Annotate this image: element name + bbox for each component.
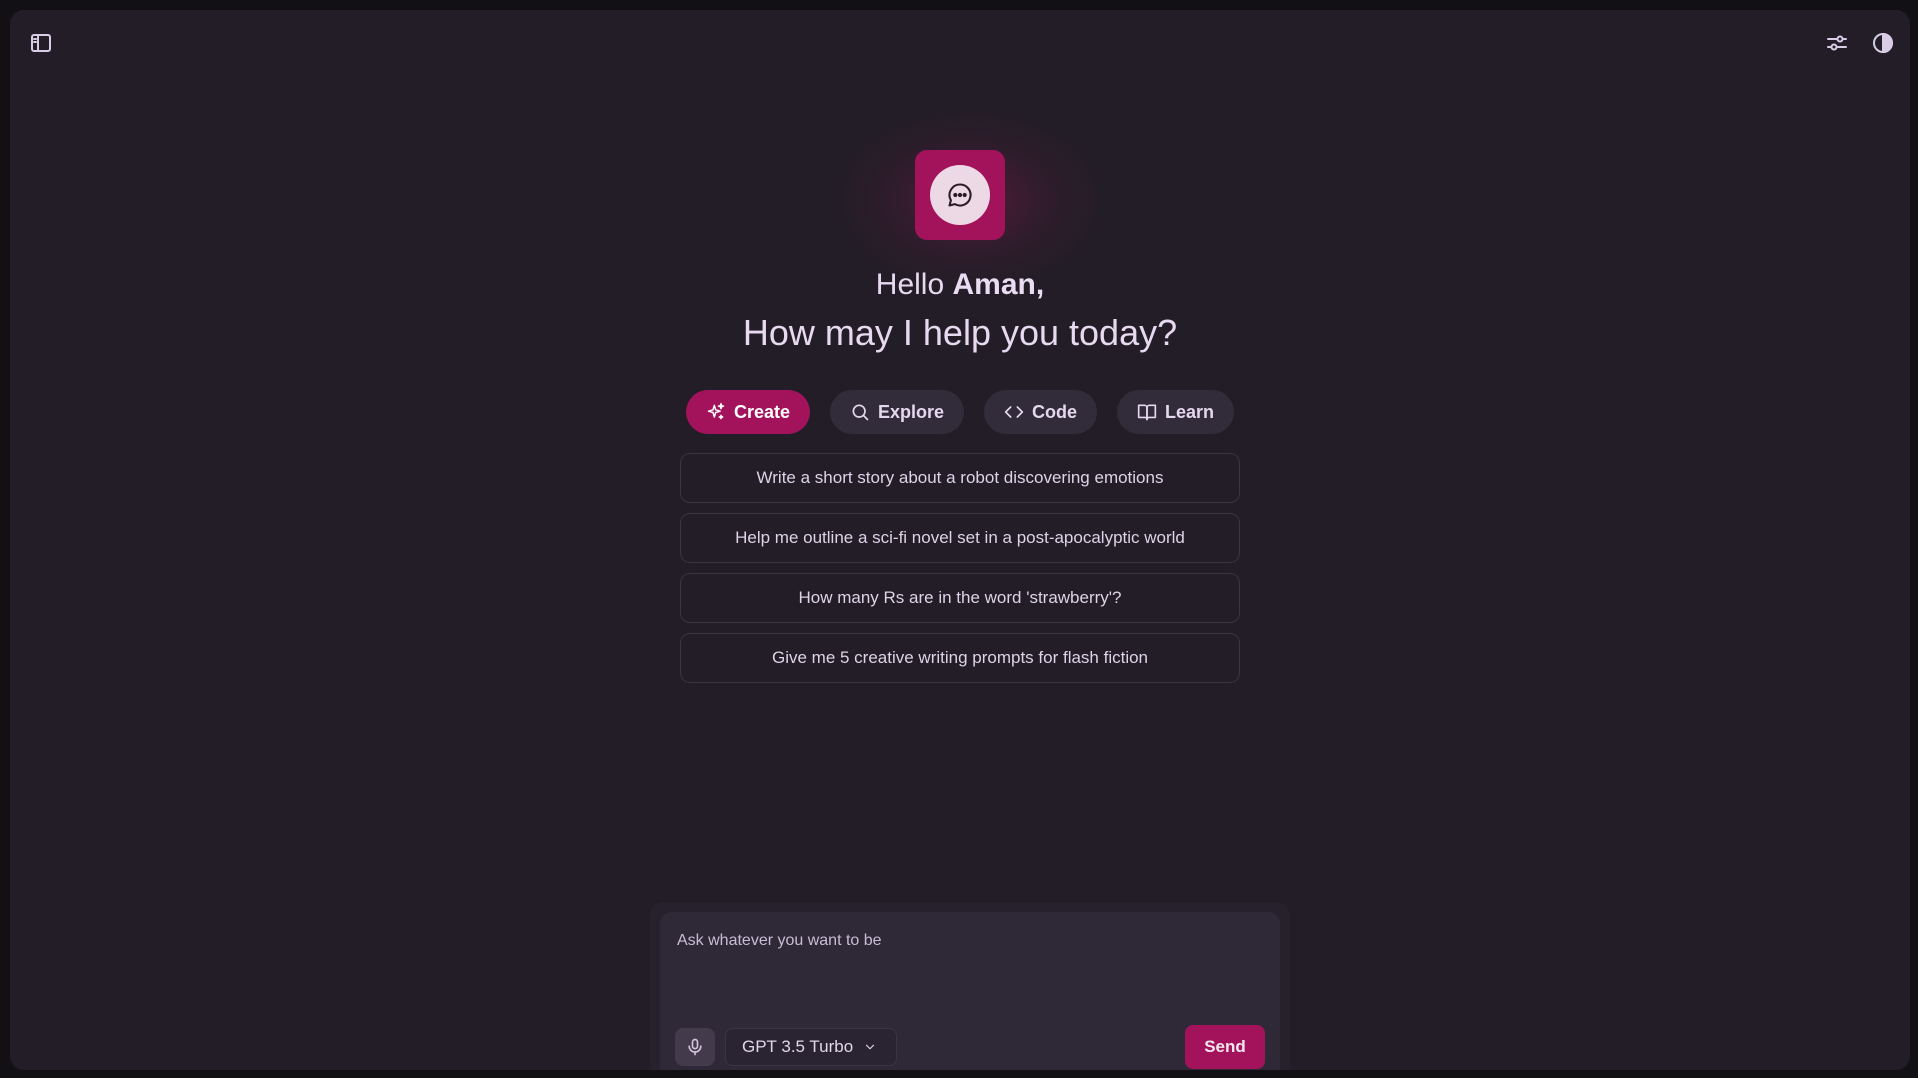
sidebar-toggle-icon [31, 34, 51, 52]
greeting: Hello Aman, [10, 268, 1910, 302]
page-title: How may I help you today? [742, 312, 1178, 353]
suggestion-item[interactable]: Help me outline a sci-fi novel set in a … [680, 513, 1240, 563]
tab-learn[interactable]: Learn [1117, 390, 1235, 434]
code-icon [1004, 406, 1024, 418]
suggestion-item[interactable]: How many Rs are in the word 'strawberry'… [680, 573, 1240, 623]
contrast-icon [1873, 32, 1893, 54]
suggestion-item[interactable]: Give me 5 creative writing prompts for f… [680, 633, 1240, 683]
theme-toggle-button[interactable] [1868, 28, 1898, 58]
category-tabs: Create Explore Code Learn [10, 390, 1910, 434]
model-select-value: GPT 3.5 Turbo [742, 1037, 854, 1056]
logo-badge [930, 165, 990, 225]
user-name: Aman, [952, 268, 1045, 301]
sidebar-toggle-button[interactable] [26, 28, 56, 58]
sparkles-icon [707, 402, 725, 420]
prompt-input[interactable] [675, 930, 1259, 994]
tab-learn-label: Learn [1165, 401, 1215, 422]
send-button[interactable]: Send [1185, 1025, 1265, 1069]
tab-code[interactable]: Code [984, 390, 1098, 434]
model-select[interactable]: GPT 3.5 Turbo [725, 1028, 897, 1066]
tab-explore-label: Explore [877, 401, 945, 422]
book-icon [1137, 404, 1157, 421]
greeting-prefix: Hello [875, 268, 945, 301]
microphone-icon [688, 1038, 702, 1056]
suggestion-list: Write a short story about a robot discov… [680, 453, 1240, 693]
chevron-down-icon [866, 1044, 875, 1050]
search-icon [852, 404, 869, 421]
sliders-icon [1827, 35, 1847, 51]
tab-create[interactable]: Create [685, 390, 810, 434]
settings-button[interactable] [1822, 28, 1852, 58]
chat-bubble-icon [948, 183, 972, 207]
tab-create-label: Create [733, 401, 790, 422]
microphone-button[interactable] [675, 1028, 715, 1066]
tab-explore[interactable]: Explore [829, 390, 965, 434]
app-window: Hello Aman, How may I help you today? Cr… [10, 10, 1910, 1070]
suggestion-item[interactable]: Write a short story about a robot discov… [680, 453, 1240, 503]
app-logo [915, 150, 1005, 240]
tab-code-label: Code [1032, 401, 1078, 422]
